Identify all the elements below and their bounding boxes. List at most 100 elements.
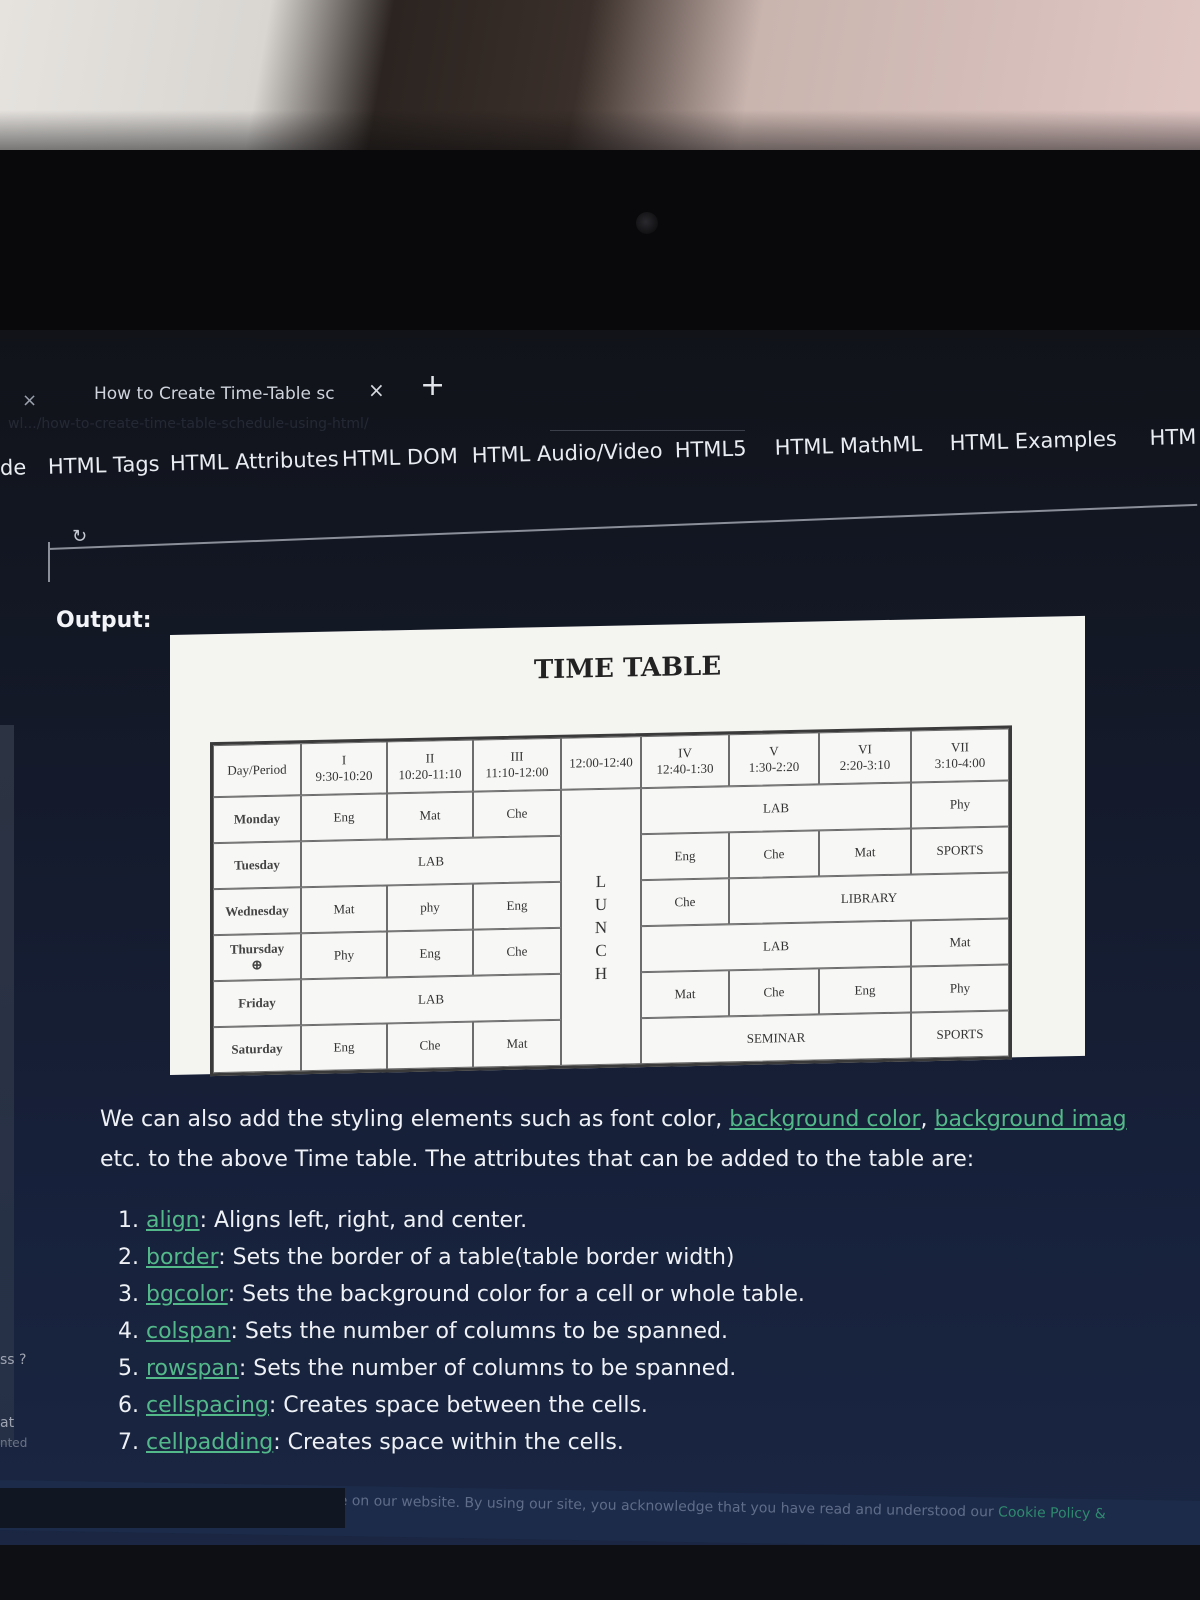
lunch-cell: L U N C H (561, 788, 641, 1066)
link-cellspacing[interactable]: cellspacing (146, 1393, 269, 1418)
cookie-policy-link[interactable]: Cookie Policy & (998, 1504, 1106, 1522)
close-icon[interactable]: × (22, 390, 37, 411)
article-body: We can also add the styling elements suc… (100, 1100, 1200, 1455)
subject-cell: Che (641, 878, 729, 927)
intro-text: We can also add the styling elements suc… (100, 1107, 730, 1132)
period-time: 1:30-2:20 (748, 758, 800, 775)
nav-divider (48, 503, 1198, 550)
lunch-letter: H (594, 963, 608, 983)
subject-cell: Che (729, 830, 819, 879)
sidebar-rail (0, 725, 14, 1445)
subject-cell: phy (387, 883, 473, 932)
subject-cell: Eng (301, 793, 387, 842)
tab-close-icon[interactable]: × (368, 378, 385, 402)
header-period-1: I 9:30-10:20 (301, 741, 387, 796)
webcam (636, 212, 658, 234)
period-time: 9:30-10:20 (315, 767, 373, 784)
item-number: 6. (118, 1393, 146, 1418)
subject-cell: Eng (387, 929, 473, 978)
list-item: 7. cellpadding: Creates space within the… (118, 1424, 805, 1461)
list-item: 4. colspan: Sets the number of columns t… (118, 1313, 805, 1350)
subject-cell: Che (729, 968, 819, 1017)
subject-cell: SPORTS (911, 826, 1009, 875)
nav-item-html-examples[interactable]: HTML Examples (949, 427, 1117, 455)
nav-item-html-audio-video[interactable]: HTML Audio/Video (472, 439, 663, 468)
item-number: 1. (118, 1208, 146, 1233)
item-number: 4. (118, 1319, 146, 1344)
subject-cell: Phy (911, 780, 1009, 829)
subject-cell: Eng (819, 966, 911, 1015)
tab-title: How to Create Time-Table sch (94, 384, 334, 404)
nav-item-html-attributes[interactable]: HTML Attributes (170, 447, 339, 475)
period-roman: VII (950, 739, 970, 755)
comma-text: , (920, 1107, 935, 1132)
zoom-icon[interactable]: ⊕ (252, 957, 263, 972)
header-period-2: II 10:20-11:10 (387, 739, 473, 794)
subject-cell: Eng (641, 832, 729, 881)
period-time: 12:00-12:40 (569, 754, 633, 771)
period-roman: VI (858, 741, 872, 757)
header-period-6: VI 2:20-3:10 (819, 730, 911, 785)
subject-cell: SEMINAR (641, 1012, 911, 1065)
laptop-screen: × How to Create Time-Table sch × + wl...… (0, 330, 1200, 1600)
period-time: 2:20-3:10 (839, 756, 891, 773)
browser-tab[interactable]: How to Create Time-Table sch (94, 372, 394, 416)
browser-tab-strip: × How to Create Time-Table sch × + (0, 350, 1200, 411)
period-time: 12:40-1:30 (656, 760, 714, 777)
link-border[interactable]: border (146, 1245, 218, 1270)
link-background-image[interactable]: background imag (935, 1107, 1127, 1132)
nav-item-html-dom[interactable]: HTML DOM (342, 444, 459, 471)
sidebar-fragment[interactable]: at (0, 1415, 14, 1431)
nav-item-html-mathml[interactable]: HTML MathML (774, 432, 922, 460)
sidebar-fragment[interactable]: ss ? (0, 1352, 26, 1368)
nav-item-html5[interactable]: HTML5 (674, 436, 746, 462)
lunch-letter: U (594, 894, 608, 914)
item-desc: : Sets the background color for a cell o… (227, 1282, 805, 1307)
period-time: 10:20-11:10 (398, 765, 462, 783)
nav-item-html-tags[interactable]: HTML Tags (48, 452, 160, 479)
item-number: 5. (118, 1356, 146, 1381)
day-label: Thursday (229, 940, 285, 957)
header-period-5: V 1:30-2:20 (729, 732, 819, 787)
subject-cell: Phy (301, 931, 387, 980)
intro-paragraph: We can also add the styling elements suc… (100, 1100, 1200, 1140)
period-roman: V (769, 743, 779, 759)
day-cell: Saturday (213, 1025, 301, 1074)
day-cell: Wednesday (213, 887, 301, 936)
subject-cell: SPORTS (911, 1010, 1009, 1059)
nav-item-partial-left[interactable]: de (0, 455, 27, 480)
list-item: 3. bgcolor: Sets the background color fo… (118, 1276, 805, 1313)
subject-cell: Che (473, 927, 561, 976)
link-bgcolor[interactable]: bgcolor (146, 1282, 228, 1307)
link-rowspan[interactable]: rowspan (146, 1356, 239, 1381)
subject-cell: Mat (641, 970, 729, 1019)
new-tab-icon[interactable]: + (420, 368, 445, 403)
subject-cell: LAB (301, 835, 561, 888)
list-item: 5. rowspan: Sets the number of columns t… (118, 1350, 805, 1387)
header-period-4: IV 12:40-1:30 (641, 734, 729, 789)
link-cellpadding[interactable]: cellpadding (146, 1430, 273, 1455)
period-time: 3:10-4:00 (934, 754, 986, 771)
cookie-banner-shadow (0, 1488, 345, 1528)
day-cell: Monday (213, 795, 301, 844)
link-background-color[interactable]: background color (729, 1107, 920, 1132)
nav-item-partial-right[interactable]: HTM (1149, 425, 1196, 450)
output-label: Output: (56, 608, 152, 633)
sidebar-fragment[interactable]: nted (0, 1436, 27, 1450)
header-day-period: Day/Period (213, 743, 301, 798)
refresh-icon[interactable]: ↻ (72, 526, 87, 547)
subject-cell: LAB (641, 920, 911, 973)
subject-cell: Eng (473, 881, 561, 930)
period-roman: II (425, 750, 435, 766)
subject-cell: Che (473, 789, 561, 838)
intro-paragraph-line2: etc. to the above Time table. The attrib… (100, 1147, 975, 1172)
timetable-title: TIME TABLE (533, 651, 722, 686)
link-align[interactable]: align (146, 1208, 200, 1233)
subject-cell: Phy (911, 964, 1009, 1013)
code-box-edge (48, 542, 50, 582)
item-desc: : Sets the border of a table(table borde… (218, 1245, 735, 1270)
link-colspan[interactable]: colspan (146, 1319, 231, 1344)
header-period-7: VII 3:10-4:00 (911, 728, 1009, 783)
output-panel: TIME TABLE Day/Period I 9:30-10:20 II 10:2… (170, 615, 1085, 1077)
lunch-letter: N (594, 917, 608, 937)
